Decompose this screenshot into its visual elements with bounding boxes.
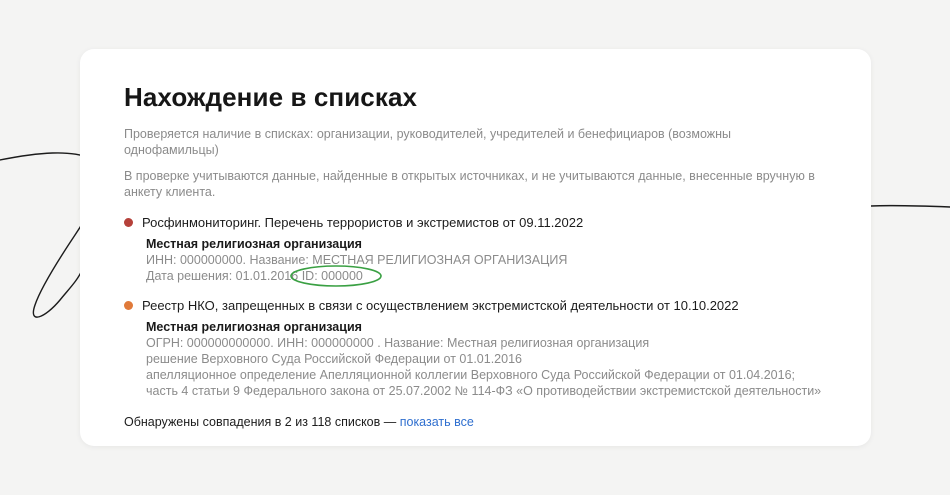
list-item-body: Местная религиозная организация ИНН: 000… xyxy=(146,236,827,287)
description-lists: Проверяется наличие в списках: организац… xyxy=(124,127,732,157)
list-item-title: Росфинмониторинг. Перечень террористов и… xyxy=(142,215,584,230)
circle-annotation xyxy=(289,265,382,287)
status-dot-orange xyxy=(124,301,133,310)
stage: Нахождение в списках Проверяется наличие… xyxy=(0,0,950,495)
description-sources: В проверке учитываются данные, найденные… xyxy=(124,169,815,199)
list-item-rosfinmonitoring: Росфинмониторинг. Перечень террористов и… xyxy=(124,214,827,287)
status-dot-red xyxy=(124,218,133,227)
matches-summary-text: Обнаружены совпадения в 2 из 118 списков… xyxy=(124,415,400,429)
decision-date: Дата решения: 01.01.2016 xyxy=(146,269,299,283)
list-item-title: Реестр НКО, запрещенных в связи с осущес… xyxy=(142,298,739,313)
matches-summary: Обнаружены совпадения в 2 из 118 списков… xyxy=(124,414,827,430)
show-all-link[interactable]: показать все xyxy=(400,415,474,429)
list-item-header: Реестр НКО, запрещенных в связи с осущес… xyxy=(124,297,827,314)
supreme-court-decision: решение Верховного Суда Российской Федер… xyxy=(146,352,522,366)
federal-law-reference: часть 4 статьи 9 Федерального закона от … xyxy=(146,384,822,398)
organization-details: ОГРН: 000000000000. ИНН: 000000000 . Наз… xyxy=(146,336,650,350)
organization-name: Местная религиозная организация xyxy=(146,320,362,334)
appeal-ruling: апелляционное определение Апелляционной … xyxy=(146,368,796,382)
lists-check-card: Нахождение в списках Проверяется наличие… xyxy=(80,49,871,446)
list-item-header: Росфинмониторинг. Перечень террористов и… xyxy=(124,214,827,231)
decision-line: Дата решения: 01.01.2016 ID: 000000 xyxy=(146,265,827,287)
record-id: ID: 000000 xyxy=(289,265,382,287)
list-item-nko-registry: Реестр НКО, запрещенных в связи с осущес… xyxy=(124,297,827,399)
organization-name: Местная религиозная организация xyxy=(146,237,362,251)
list-item-body: Местная религиозная организация ОГРН: 00… xyxy=(146,319,827,399)
decorative-line-right xyxy=(870,204,950,208)
page-title: Нахождение в списках xyxy=(124,82,418,112)
organization-details: ИНН: 000000000. Название: МЕСТНАЯ РЕЛИГИ… xyxy=(146,253,568,267)
